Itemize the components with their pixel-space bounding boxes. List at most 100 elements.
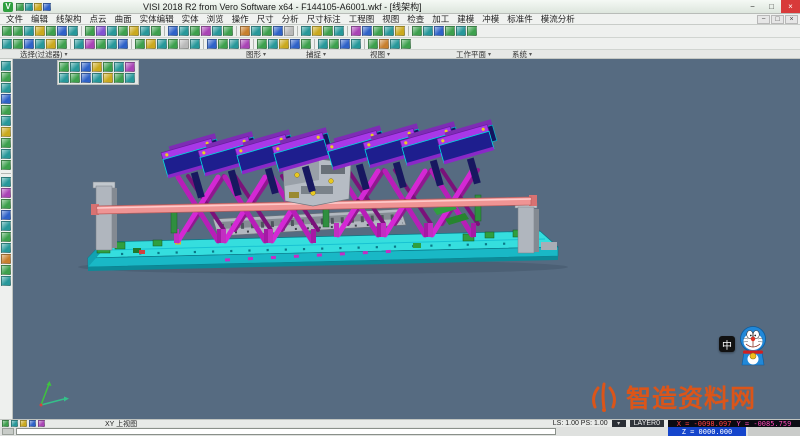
toolbar-icon[interactable] — [340, 39, 350, 49]
toolbar-icon[interactable] — [312, 26, 322, 36]
toolbar-icon[interactable] — [114, 62, 124, 72]
toolbar-icon[interactable] — [301, 26, 311, 36]
toolbar-icon[interactable] — [384, 26, 394, 36]
toolbar-icon[interactable] — [13, 26, 23, 36]
command-chip[interactable] — [2, 428, 14, 435]
toolbar-icon[interactable] — [434, 26, 444, 36]
menu-item[interactable]: 线架构 — [52, 13, 86, 25]
toolbar-icon[interactable] — [351, 39, 361, 49]
toolbar-icon[interactable] — [318, 39, 328, 49]
toolbar-icon[interactable] — [351, 26, 361, 36]
toolbar-icon[interactable] — [140, 26, 150, 36]
toolbar-icon[interactable] — [362, 26, 372, 36]
toolbar-icon[interactable] — [2, 26, 12, 36]
menu-item[interactable]: 冲模 — [478, 13, 503, 25]
toolbar-icon[interactable] — [290, 39, 300, 49]
toolbar-icon[interactable] — [257, 39, 267, 49]
toolbar-icon[interactable] — [1, 160, 11, 170]
toolbar-icon[interactable] — [456, 26, 466, 36]
toolbar-icon[interactable] — [24, 26, 34, 36]
toolbar-icon[interactable] — [46, 26, 56, 36]
toolbar-icon[interactable] — [43, 3, 51, 11]
toolbar-icon[interactable] — [412, 26, 422, 36]
toolbar-icon[interactable] — [74, 39, 84, 49]
toolbar-icon[interactable] — [25, 3, 33, 11]
toolbar-icon[interactable] — [1, 94, 11, 104]
toolbar-icon[interactable] — [1, 221, 11, 231]
ime-indicator[interactable]: 中 — [719, 336, 735, 352]
toolbar-icon[interactable] — [190, 26, 200, 36]
toolbar-icon[interactable] — [68, 26, 78, 36]
toolbar-icon[interactable] — [20, 420, 27, 427]
toolbar-icon[interactable] — [2, 39, 12, 49]
toolbar-icon[interactable] — [1, 127, 11, 137]
toolbar-icon[interactable] — [284, 26, 294, 36]
toolbar-group-label[interactable]: 系统▾ — [512, 50, 532, 59]
toolbar-icon[interactable] — [212, 26, 222, 36]
toolbar-group-label[interactable]: 工作平面▾ — [456, 50, 491, 59]
toolbar-icon[interactable] — [1, 276, 11, 286]
toolbar-icon[interactable] — [1, 265, 11, 275]
toolbar-icon[interactable] — [1, 232, 11, 242]
menu-item[interactable]: 模流分析 — [537, 13, 579, 25]
toolbar-icon[interactable] — [29, 420, 36, 427]
toolbar-icon[interactable] — [251, 26, 261, 36]
toolbar-icon[interactable] — [467, 26, 477, 36]
toolbar-icon[interactable] — [103, 62, 113, 72]
menu-item[interactable]: 标准件 — [503, 13, 537, 25]
toolbar-icon[interactable] — [368, 39, 378, 49]
toolbar-icon[interactable] — [107, 26, 117, 36]
menu-item[interactable]: 实体 — [178, 13, 203, 25]
toolbar-icon[interactable] — [1, 61, 11, 71]
mdi-minimize-button[interactable]: − — [757, 15, 770, 24]
menu-item[interactable]: 尺寸 — [253, 13, 278, 25]
toolbar-icon[interactable] — [35, 39, 45, 49]
menu-item[interactable]: 文件 — [2, 13, 27, 25]
toolbar-icon[interactable] — [135, 39, 145, 49]
toolbar-icon[interactable] — [1, 199, 11, 209]
toolbar-icon[interactable] — [11, 420, 18, 427]
menu-item[interactable]: 检查 — [403, 13, 428, 25]
command-input[interactable] — [16, 428, 556, 435]
toolbar-icon[interactable] — [1, 243, 11, 253]
toolbar-icon[interactable] — [279, 39, 289, 49]
toolbar-icon[interactable] — [373, 26, 383, 36]
toolbar-icon[interactable] — [118, 39, 128, 49]
toolbar-icon[interactable] — [38, 420, 45, 427]
toolbar-icon[interactable] — [329, 39, 339, 49]
menu-item[interactable]: 建模 — [453, 13, 478, 25]
toolbar-icon[interactable] — [96, 26, 106, 36]
menu-item[interactable]: 曲面 — [111, 13, 136, 25]
toolbar-group-label[interactable]: 选择(过滤器)▾ — [20, 50, 68, 59]
toolbar-icon[interactable] — [1, 177, 11, 187]
toolbar-icon[interactable] — [24, 39, 34, 49]
toolbar-icon[interactable] — [34, 3, 42, 11]
menu-item[interactable]: 视图 — [378, 13, 403, 25]
toolbar-group-label[interactable]: 捕捉▾ — [306, 50, 326, 59]
toolbar-icon[interactable] — [59, 73, 69, 83]
toolbar-icon[interactable] — [301, 39, 311, 49]
minimize-button[interactable]: − — [743, 0, 762, 13]
toolbar-icon[interactable] — [157, 39, 167, 49]
toolbar-icon[interactable] — [107, 39, 117, 49]
menu-item[interactable]: 实体编辑 — [136, 13, 178, 25]
toolbar-icon[interactable] — [423, 26, 433, 36]
toolbar-icon[interactable] — [445, 26, 455, 36]
toolbar-icon[interactable] — [13, 39, 23, 49]
toolbar-icon[interactable] — [201, 26, 211, 36]
menu-item[interactable]: 分析 — [278, 13, 303, 25]
toolbar-icon[interactable] — [1, 149, 11, 159]
toolbar-icon[interactable] — [273, 26, 283, 36]
toolbar-icon[interactable] — [395, 26, 405, 36]
mdi-close-button[interactable]: × — [785, 15, 798, 24]
toolbar-icon[interactable] — [401, 39, 411, 49]
toolbar-icon[interactable] — [1, 83, 11, 93]
toolbar-icon[interactable] — [46, 39, 56, 49]
toolbar-icon[interactable] — [92, 73, 102, 83]
menu-item[interactable]: 加工 — [428, 13, 453, 25]
toolbar-icon[interactable] — [16, 3, 24, 11]
toolbar-icon[interactable] — [168, 26, 178, 36]
toolbar-icon[interactable] — [179, 39, 189, 49]
toolbar-icon[interactable] — [85, 39, 95, 49]
toolbar-icon[interactable] — [114, 73, 124, 83]
